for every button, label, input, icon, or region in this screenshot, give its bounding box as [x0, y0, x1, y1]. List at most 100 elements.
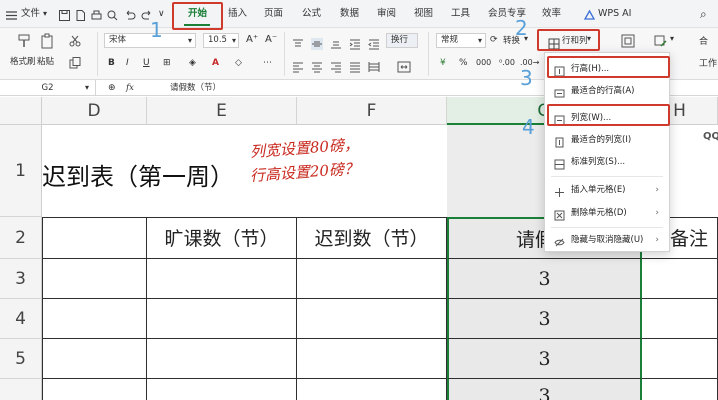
- justify-icon[interactable]: [349, 58, 361, 77]
- row-header-5[interactable]: 5: [0, 339, 42, 379]
- cell-g6[interactable]: 3: [447, 379, 642, 400]
- conditional-format-icon[interactable]: [654, 33, 668, 52]
- menu-item-hide-unhide[interactable]: 隐藏与取消隐藏(U) ›: [545, 229, 669, 251]
- bold-icon[interactable]: B: [108, 56, 115, 70]
- cell-h4[interactable]: [642, 299, 718, 339]
- cell-f2[interactable]: 迟到数（节）: [297, 217, 447, 259]
- cell-g3[interactable]: 3: [447, 259, 642, 299]
- undo-icon[interactable]: [123, 7, 136, 20]
- font-size-dropdown[interactable]: 10.5 ▾: [203, 33, 239, 48]
- cell-d6[interactable]: [42, 379, 147, 400]
- currency-icon[interactable]: ¥: [440, 56, 446, 70]
- distributed-align-icon[interactable]: [368, 58, 380, 77]
- cell-e5[interactable]: [147, 339, 297, 379]
- cut-icon[interactable]: [68, 33, 82, 52]
- increase-font-icon[interactable]: A⁺: [246, 33, 258, 47]
- wps-ai-button[interactable]: WPS AI: [598, 0, 631, 28]
- column-header-f[interactable]: F: [297, 97, 447, 125]
- italic-icon[interactable]: I: [126, 56, 129, 70]
- zoom-icon[interactable]: ⊕: [108, 80, 116, 96]
- select-all-corner[interactable]: [0, 97, 42, 125]
- menu-item-insert-cells[interactable]: 插入单元格(E) ›: [545, 179, 669, 201]
- file-menu[interactable]: 文件: [21, 0, 40, 28]
- merge-cells-icon[interactable]: [397, 58, 411, 77]
- align-left-icon[interactable]: [292, 58, 304, 77]
- menu-item-standard-column-width[interactable]: 标准列宽(S)...: [545, 151, 669, 173]
- cell-e4[interactable]: [147, 299, 297, 339]
- tab-formula[interactable]: 公式: [302, 0, 321, 28]
- more-font-options-icon[interactable]: ⋯: [263, 56, 272, 70]
- align-right-icon[interactable]: [330, 58, 342, 77]
- row-header-2[interactable]: 2: [0, 217, 42, 259]
- worksheet-button[interactable]: 工作: [699, 56, 717, 69]
- paste-button[interactable]: 粘贴: [37, 55, 54, 67]
- tab-insert[interactable]: 插入: [228, 0, 247, 28]
- paste-icon[interactable]: [39, 33, 55, 53]
- cell-format-icon[interactable]: [620, 33, 636, 53]
- cell-d4[interactable]: [42, 299, 147, 339]
- align-top-icon[interactable]: [292, 35, 304, 54]
- row-header-6[interactable]: [0, 379, 42, 400]
- copy-icon[interactable]: [68, 55, 82, 74]
- format-painter-button[interactable]: 格式刷: [10, 55, 36, 67]
- cell-d2[interactable]: [42, 217, 147, 259]
- border-icon[interactable]: ⊞: [163, 56, 171, 70]
- cell-e2[interactable]: 旷课数（节）: [147, 217, 297, 259]
- column-header-e[interactable]: E: [147, 97, 297, 125]
- row-header-1[interactable]: 1: [0, 125, 42, 217]
- row-header-4[interactable]: 4: [0, 299, 42, 339]
- merge-right-button[interactable]: 合: [699, 34, 708, 47]
- cell-d3[interactable]: [42, 259, 147, 299]
- formula-input[interactable]: 请假数（节）: [170, 80, 221, 96]
- tab-page[interactable]: 页面: [264, 0, 283, 28]
- cell-d5[interactable]: [42, 339, 147, 379]
- fill-color-icon[interactable]: ◈: [189, 56, 196, 70]
- cell-f6[interactable]: [297, 379, 447, 400]
- cell-e3[interactable]: [147, 259, 297, 299]
- thousands-separator-icon[interactable]: 000: [476, 56, 491, 70]
- clear-format-icon[interactable]: ◇: [235, 56, 242, 70]
- menu-item-row-height[interactable]: 行高(H)...: [545, 58, 669, 80]
- cell-g5[interactable]: 3: [447, 339, 642, 379]
- row-col-button[interactable]: 行和列: [562, 34, 588, 46]
- wrap-text-button[interactable]: 换行: [386, 33, 418, 48]
- menu-item-delete-cells[interactable]: 删除单元格(D) ›: [545, 202, 669, 224]
- cell-f5[interactable]: [297, 339, 447, 379]
- menu-item-autofit-row-height[interactable]: 最适合的行高(A): [545, 80, 669, 102]
- column-header-d[interactable]: D: [42, 97, 147, 125]
- menu-item-column-width[interactable]: 列宽(W)...: [545, 107, 669, 129]
- tab-view[interactable]: 视图: [414, 0, 433, 28]
- increase-decimal-icon[interactable]: ⁰.00: [499, 56, 515, 70]
- font-color-icon[interactable]: A: [212, 56, 219, 70]
- percent-icon[interactable]: %: [459, 56, 468, 70]
- wps-ai-icon[interactable]: [583, 7, 596, 20]
- indent-icon[interactable]: [349, 35, 361, 54]
- file-dropdown-arrow[interactable]: ▾: [43, 0, 47, 28]
- tab-efficiency[interactable]: 效率: [542, 0, 561, 28]
- cell-f4[interactable]: [297, 299, 447, 339]
- row-header-3[interactable]: 3: [0, 259, 42, 299]
- search-icon[interactable]: ⌕: [700, 0, 707, 28]
- print-preview-icon[interactable]: [106, 7, 119, 21]
- tab-data[interactable]: 数据: [340, 0, 359, 28]
- outdent-icon[interactable]: [368, 35, 380, 54]
- align-middle-icon[interactable]: [311, 35, 323, 54]
- cell-e6[interactable]: [147, 379, 297, 400]
- format-painter-icon[interactable]: [16, 33, 32, 53]
- save-icon[interactable]: [58, 7, 71, 21]
- cell-g4[interactable]: 3: [447, 299, 642, 339]
- number-format-dropdown[interactable]: 常规 ▾: [436, 33, 486, 48]
- cell-h6[interactable]: [642, 379, 718, 400]
- convert-icon[interactable]: ⟳: [490, 33, 498, 47]
- decrease-font-icon[interactable]: A⁻: [265, 33, 277, 47]
- cell-h5[interactable]: [642, 339, 718, 379]
- align-bottom-icon[interactable]: [330, 35, 342, 54]
- cell-f3[interactable]: [297, 259, 447, 299]
- conditional-format-dropdown-icon[interactable]: ▾: [670, 34, 674, 43]
- tab-tools[interactable]: 工具: [451, 0, 470, 28]
- print-icon[interactable]: [90, 7, 103, 20]
- hamburger-menu-icon[interactable]: [5, 7, 18, 20]
- fx-icon[interactable]: fx: [126, 80, 134, 96]
- align-center-icon[interactable]: [311, 58, 323, 77]
- menu-item-autofit-column-width[interactable]: 最适合的列宽(I): [545, 129, 669, 151]
